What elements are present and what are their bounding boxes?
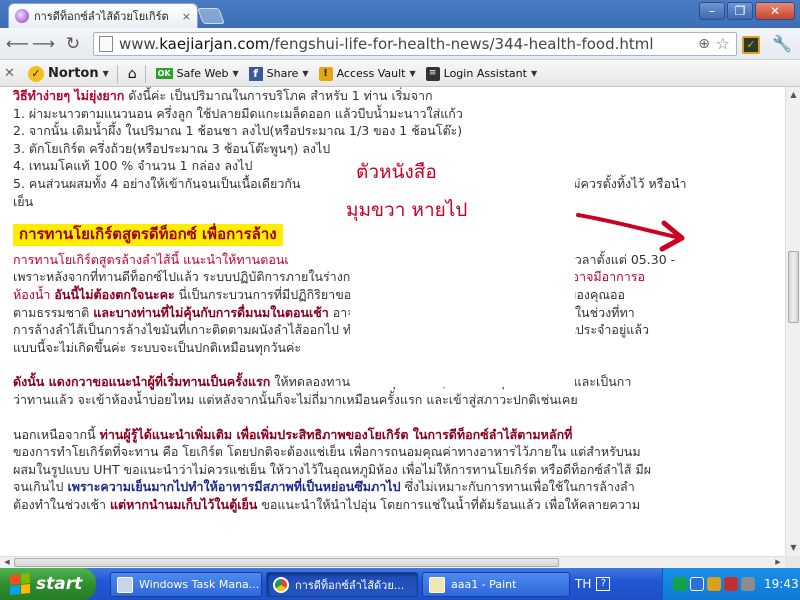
start-button[interactable]: start: [0, 568, 96, 600]
section-heading: การทานโยเกิร์ตสูตรดีท็อกซ์ เพื่อการล้าง: [13, 224, 283, 246]
new-tab-button[interactable]: [197, 8, 225, 24]
reload-icon[interactable]: ↻: [62, 34, 84, 54]
norton-menu[interactable]: ✓ Norton ▼: [28, 65, 109, 82]
annotation-line-2: มุมขวา หายไป: [346, 199, 468, 221]
chrome-icon: [273, 576, 289, 593]
page-icon: [99, 36, 113, 52]
vault-icon: !: [318, 66, 333, 81]
norton-tray-icon[interactable]: [707, 577, 721, 591]
login-assistant-icon: ≡: [425, 66, 440, 81]
chevron-down-icon: ▼: [102, 69, 109, 78]
scroll-down-arrow-icon[interactable]: ▼: [787, 541, 800, 555]
minimize-button[interactable]: –: [699, 2, 725, 20]
horizontal-scroll-thumb[interactable]: [14, 558, 559, 567]
login-assistant-menu[interactable]: ≡ Login Assistant ▼: [425, 66, 538, 81]
network-icon[interactable]: [690, 577, 704, 591]
vertical-scrollbar[interactable]: ▲ ▼: [785, 87, 800, 556]
paint-icon: [429, 576, 445, 593]
safe-web-ok-icon: OK: [155, 68, 173, 79]
browser-toolbar: ⟵ ⟶ ↻ www.kaejiarjan.com/fengshui-life-f…: [0, 28, 800, 60]
clock[interactable]: 19:43: [764, 577, 799, 591]
access-vault-menu[interactable]: ! Access Vault ▼: [318, 66, 416, 81]
annotation-line-1: ตัวหนังสือ: [356, 161, 437, 183]
chevron-down-icon: ▼: [409, 69, 416, 78]
vertical-scroll-thumb[interactable]: [788, 251, 799, 323]
para3-line2: ว่าทานแล้ว จะเข้าห้องน้ำบ่อยไหม แต่หลังจ…: [13, 391, 578, 407]
scroll-up-arrow-icon[interactable]: ▲: [787, 88, 800, 102]
scroll-left-arrow-icon[interactable]: ◀: [1, 557, 13, 568]
url-text[interactable]: www.kaejiarjan.com/fengshui-life-for-hea…: [119, 35, 654, 53]
windows-taskbar: start Windows Task Mana... การดีท็อกซ์ลำ…: [0, 568, 800, 600]
para4-line1: นอกเหนือจากนี้ ท่านผู้รู้ได้แนะนำเพิ่มเต…: [13, 426, 573, 442]
chevron-down-icon: ▼: [232, 69, 239, 78]
chevron-down-icon: ▼: [302, 69, 309, 78]
step-1: 1. ผ่ามะนาวตามแนวนอน ครึ่งลูก ใช้ปลายมีด…: [13, 105, 463, 121]
taskbar-item-browser[interactable]: การดีท็อกซ์ลำไส้ด้วย...: [266, 572, 418, 597]
tab-close-icon[interactable]: ×: [182, 10, 191, 23]
language-bar[interactable]: TH ?: [575, 568, 611, 600]
para4-line5: ต้องทำในช่วงเช้า แต่หากนำนมเก็บไว้ในตู้เ…: [13, 496, 641, 512]
system-tray: 19:43: [662, 568, 800, 600]
browser-tab[interactable]: การดีท็อกซ์ลำไส้ด้วยโยเกิร์ต ×: [8, 3, 198, 28]
chevron-down-icon: ▼: [530, 69, 538, 78]
norton-close-icon[interactable]: ✕: [4, 66, 18, 81]
address-bar[interactable]: www.kaejiarjan.com/fengshui-life-for-hea…: [93, 32, 737, 56]
tray-app-icon[interactable]: [673, 577, 687, 591]
para4-line3: ผสมในรูปแบบ UHT ขอแนะนำว่าไม่ควรแช่เย็น …: [13, 461, 652, 477]
tab-title: การดีท็อกซ์ลำไส้ด้วยโยเกิร์ต: [34, 10, 169, 23]
extension-icon[interactable]: ✓: [742, 36, 760, 54]
site-favicon-icon: [15, 9, 29, 23]
page-viewport[interactable]: วิธีทำง่ายๆ ไม่ยุ่งยาก ดังนี้ค่ะ เป็นปริ…: [0, 87, 785, 556]
home-icon: ⌂: [127, 65, 137, 82]
taskbar-item-paint[interactable]: aaa1 - Paint: [422, 572, 570, 597]
home-button[interactable]: ⌂: [128, 66, 137, 82]
zoom-icon[interactable]: ⊕: [698, 36, 710, 52]
task-manager-icon: [117, 576, 133, 593]
scroll-right-arrow-icon[interactable]: ▶: [772, 557, 784, 568]
windows-logo-icon: [10, 572, 30, 596]
step-2: 2. จากนั้น เติมน้ำผึ้ง ในปริมาณ 1 ช้อนชา…: [13, 123, 463, 139]
back-arrow-icon[interactable]: ⟵: [6, 34, 29, 54]
wrench-menu-icon[interactable]: 🔧: [772, 34, 792, 54]
taskbar-item-task-manager[interactable]: Windows Task Mana...: [110, 572, 262, 597]
tab-strip: การดีท็อกซ์ลำไส้ด้วยโยเกิร์ต × – ❐ ✕: [0, 0, 800, 28]
forward-arrow-icon[interactable]: ⟶: [32, 34, 55, 54]
close-window-button[interactable]: ✕: [755, 2, 795, 20]
share-menu[interactable]: f Share ▼: [248, 66, 309, 81]
volume-icon[interactable]: [741, 577, 755, 591]
norton-check-icon: ✓: [28, 65, 44, 82]
intro-line: วิธีทำง่ายๆ ไม่ยุ่งยาก ดังนี้ค่ะ เป็นปริ…: [13, 88, 433, 103]
security-tray-icon[interactable]: [724, 577, 738, 591]
maximize-button[interactable]: ❐: [727, 2, 753, 20]
red-arrow-icon: [576, 213, 685, 252]
horizontal-scrollbar[interactable]: ◀ ▶: [0, 556, 785, 568]
help-icon[interactable]: ?: [596, 577, 611, 591]
safe-web-menu[interactable]: OK Safe Web ▼: [155, 67, 239, 80]
para4-line2: ของการทำโยเกิร์ตที่จะทาน คือ โยเกิร์ต โด…: [13, 444, 641, 460]
facebook-icon: f: [248, 66, 263, 81]
para4-line4: จนเกินไป เพราะความเย็นมากไปทำให้อาหารมีส…: [13, 479, 635, 495]
norton-toolbar: ✕ ✓ Norton ▼ ⌂ OK Safe Web ▼ f Share ▼ !…: [0, 61, 800, 87]
bookmark-star-icon[interactable]: ☆: [716, 34, 730, 53]
blank-region: [350, 152, 575, 387]
